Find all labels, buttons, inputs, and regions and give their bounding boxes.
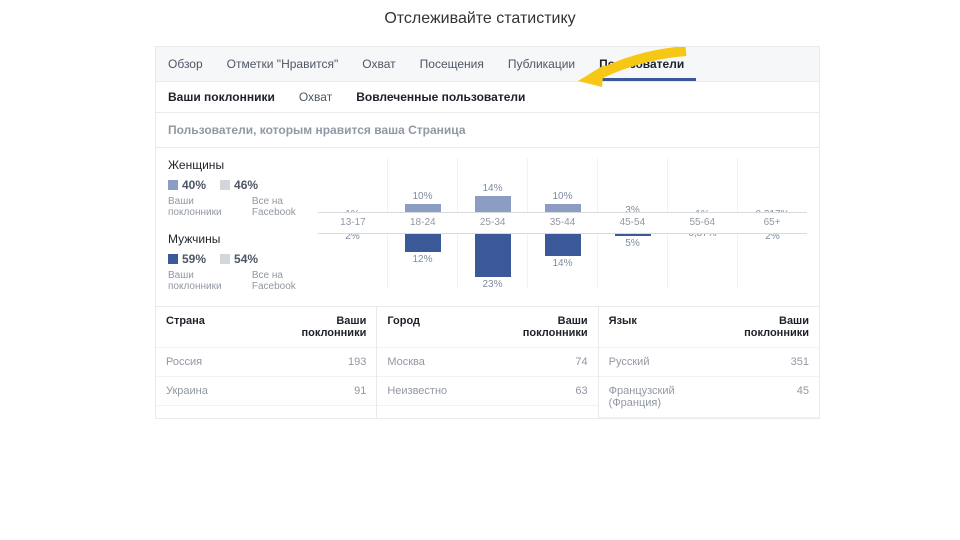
country-cell: Украина [156,377,266,405]
sub-tabs: Ваши поклонники Охват Вовлеченные пользо… [156,82,819,113]
lang-val: 45 [709,377,819,417]
women-bar-label: 14% [482,183,502,194]
city-cell: Неизвестно [377,377,487,405]
men-bar-label: 23% [482,279,502,290]
country-head: Страна [156,307,266,347]
age-gender-chart: 1%2%10%12%14%23%10%14%3%5%1%0,87%0,217%2… [318,158,807,306]
subtab-reach[interactable]: Охват [287,82,344,112]
women-all-pct: 46% [234,178,258,192]
men-bar-label: 14% [552,258,572,269]
women-block: Женщины 40% 46% Ваши поклонники Все на F… [168,158,318,218]
men-block: Мужчины 59% 54% Ваши поклонники Все на F… [168,232,318,292]
men-bar-label: 12% [412,254,432,265]
gender-summary: Женщины 40% 46% Ваши поклонники Все на F… [168,158,318,306]
lang-head: Язык [599,307,709,347]
table-row: Украина 91 [156,377,376,406]
table-row: Русский 351 [599,348,819,377]
table-row: Неизвестно 63 [377,377,597,406]
country-table: Страна Ваши поклонники Россия 193 Украин… [156,307,376,418]
tab-overview[interactable]: Обзор [156,47,215,81]
age-axis-label: 55-64 [667,212,737,234]
subtab-your-fans[interactable]: Ваши поклонники [156,82,287,112]
age-axis-label: 65+ [737,212,807,234]
section-title: Пользователи, которым нравится ваша Стра… [156,113,819,148]
geo-tables: Страна Ваши поклонники Россия 193 Украин… [156,306,819,418]
age-axis-label: 13-17 [318,212,388,234]
lang-cell: Французский (Франция) [599,377,709,417]
women-all-sublabel: Все на Facebook [252,196,318,218]
tab-likes[interactable]: Отметки "Нравится" [215,47,351,81]
men-yours-pct: 59% [182,252,206,266]
tab-posts[interactable]: Публикации [496,47,587,81]
men-all-swatch [220,254,230,264]
country-head-right: Ваши поклонники [266,307,376,347]
country-val: 91 [266,377,376,405]
women-yours-sublabel: Ваши поклонники [168,196,238,218]
men-yours-swatch [168,254,178,264]
lang-val: 351 [709,348,819,376]
women-bar-label: 10% [552,191,572,202]
table-row: Россия 193 [156,348,376,377]
men-all-sublabel: Все на Facebook [252,270,318,292]
table-row: Французский (Франция) 45 [599,377,819,418]
city-table: Город Ваши поклонники Москва 74 Неизвест… [376,307,597,418]
city-cell: Москва [377,348,487,376]
age-axis-label: 18-24 [388,212,458,234]
men-all-pct: 54% [234,252,258,266]
age-axis-label: 25-34 [458,212,528,234]
slide-title: Отслеживайте статистику [0,0,960,46]
lang-head-right: Ваши поклонники [709,307,819,347]
city-head-right: Ваши поклонники [488,307,598,347]
tab-visits[interactable]: Посещения [408,47,496,81]
lang-table: Язык Ваши поклонники Русский 351 Француз… [598,307,819,418]
city-val: 74 [488,348,598,376]
men-label: Мужчины [168,232,318,246]
age-axis-label: 45-54 [597,212,667,234]
women-yours-pct: 40% [182,178,206,192]
insights-panel: Обзор Отметки "Нравится" Охват Посещения… [155,46,820,419]
main-tabs: Обзор Отметки "Нравится" Охват Посещения… [156,47,819,82]
subtab-engaged[interactable]: Вовлеченные пользователи [344,82,537,112]
country-val: 193 [266,348,376,376]
men-bar-label: 5% [625,238,639,249]
tab-reach[interactable]: Охват [350,47,407,81]
men-yours-sublabel: Ваши поклонники [168,270,238,292]
city-val: 63 [488,377,598,405]
age-axis-label: 35-44 [528,212,598,234]
tab-people[interactable]: Пользователи [587,47,696,81]
city-head: Город [377,307,487,347]
demographics-block: Женщины 40% 46% Ваши поклонники Все на F… [156,148,819,306]
women-bar-label: 10% [412,191,432,202]
women-all-swatch [220,180,230,190]
women-yours-swatch [168,180,178,190]
country-cell: Россия [156,348,266,376]
table-row: Москва 74 [377,348,597,377]
lang-cell: Русский [599,348,709,376]
women-label: Женщины [168,158,318,172]
